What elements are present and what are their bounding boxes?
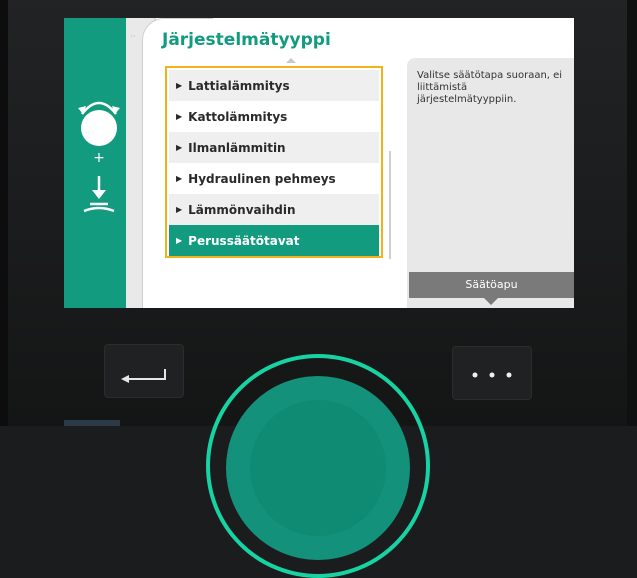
menu-item-label: Lattialämmitys bbox=[188, 78, 290, 93]
menu-item-label: Kattolämmitys bbox=[188, 109, 288, 124]
bezel-edge-left bbox=[0, 0, 8, 426]
triangle-right-icon: ▶ bbox=[176, 112, 183, 121]
menu-item-kattolammitys[interactable]: ▶ Kattolämmitys bbox=[169, 101, 379, 132]
menu-item-ilmanlammitin[interactable]: ▶ Ilmanlämmitin bbox=[169, 132, 379, 163]
triangle-right-icon: ▶ bbox=[176, 143, 183, 152]
menu-item-label: Hydraulinen pehmeys bbox=[188, 171, 336, 186]
triangle-right-icon: ▶ bbox=[176, 174, 183, 183]
bezel-edge-right bbox=[627, 0, 637, 426]
more-button[interactable] bbox=[452, 346, 532, 400]
display-screen: + ·· Järjestelmätyyppi ▶ Lattialämmitys … bbox=[64, 18, 574, 308]
plus-label: + bbox=[93, 150, 105, 166]
triangle-right-icon: ▶ bbox=[176, 81, 183, 90]
menu-item-lammonvaihdin[interactable]: ▶ Lämmönvaihdin bbox=[169, 194, 379, 225]
breadcrumb-dots: ·· bbox=[130, 32, 136, 42]
more-icon bbox=[472, 372, 512, 378]
dial-center[interactable] bbox=[250, 400, 386, 536]
menu-item-hydraulinen-pehmeys[interactable]: ▶ Hydraulinen pehmeys bbox=[169, 163, 379, 194]
menu-item-label: Perussäätötavat bbox=[188, 233, 300, 248]
back-icon bbox=[121, 369, 166, 383]
back-button[interactable] bbox=[104, 344, 184, 398]
bottom-indicator bbox=[64, 420, 120, 426]
page-title: Järjestelmätyyppi bbox=[162, 30, 331, 50]
menu-item-perussaatotavat[interactable]: ▶ Perussäätötavat bbox=[169, 225, 379, 256]
menu-item-label: Ilmanlämmitin bbox=[188, 140, 286, 155]
menu-item-label: Lämmönvaihdin bbox=[188, 202, 296, 217]
triangle-right-icon: ▶ bbox=[176, 205, 183, 214]
help-text: Valitse säätötapa suoraan, ei liittämist… bbox=[417, 70, 563, 105]
system-type-menu: ▶ Lattialämmitys ▶ Kattolämmitys ▶ Ilman… bbox=[165, 66, 383, 258]
help-button[interactable]: Säätöapu bbox=[409, 272, 574, 298]
rotate-knob-icon bbox=[81, 110, 117, 146]
press-knob-icon bbox=[83, 176, 115, 213]
menu-item-lattialammitys[interactable]: ▶ Lattialämmitys bbox=[169, 70, 379, 101]
menu-scrollbar[interactable] bbox=[389, 151, 391, 259]
help-pointer-icon bbox=[484, 298, 498, 305]
scroll-up-indicator-icon bbox=[286, 58, 296, 63]
help-panel: Valitse säätötapa suoraan, ei liittämist… bbox=[407, 58, 574, 308]
triangle-right-icon: ▶ bbox=[176, 236, 183, 245]
